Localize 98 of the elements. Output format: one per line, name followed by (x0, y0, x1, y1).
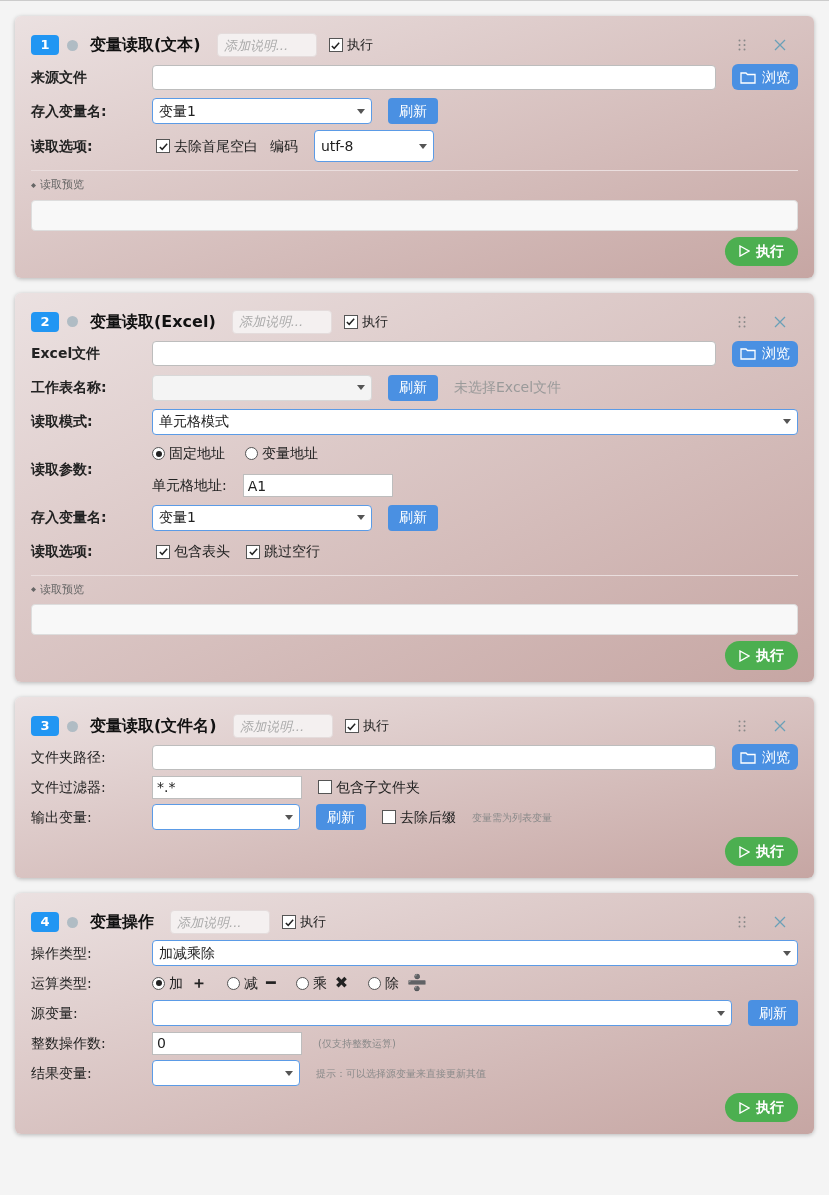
step-title: 变量操作 (90, 911, 154, 933)
checkbox[interactable]: 执行 (343, 311, 388, 332)
field-label: 操作类型: (31, 943, 93, 963)
dropdown-caret-icon (783, 419, 791, 424)
radio-option[interactable]: 变量地址 (245, 443, 318, 464)
check-icon (283, 916, 295, 928)
dropdown-select[interactable]: utf-8 (314, 130, 434, 162)
note-field[interactable]: 添加说明... (232, 714, 333, 738)
field-label: 存入变量名: (31, 101, 108, 121)
field-label: 文件过滤器: (31, 777, 107, 797)
field-label: 来源文件 (31, 67, 88, 87)
dropdown-select[interactable]: 加减乘除 (152, 940, 798, 966)
input-field[interactable]: A1 (242, 474, 393, 497)
field-label: 结果变量: (31, 1063, 93, 1083)
close-icon[interactable] (774, 39, 786, 51)
play-icon (739, 1101, 750, 1114)
dropdown-caret-icon (357, 108, 365, 114)
dropdown-caret-icon (783, 950, 791, 956)
section-label: 读取预览 (40, 177, 84, 193)
diamond-icon (31, 587, 36, 593)
play-icon (739, 845, 750, 858)
hint-text: 变量需为列表变量 (472, 810, 552, 825)
section-label: 读取预览 (40, 581, 84, 598)
dropdown-select[interactable]: 变量1 (152, 504, 372, 531)
dropdown-select[interactable] (152, 1000, 732, 1026)
drag-handle-icon[interactable] (738, 39, 746, 51)
checkbox[interactable]: 执行 (344, 716, 389, 736)
field-label: 编码 (270, 136, 298, 156)
checkbox[interactable]: 包含子文件夹 (318, 776, 420, 798)
check-icon (157, 140, 169, 152)
radio-option[interactable]: 固定地址 (152, 443, 225, 464)
dropdown-select[interactable] (152, 804, 300, 830)
field-label: 输出变量: (31, 807, 93, 827)
checkbox[interactable]: 包含表头 (156, 541, 230, 562)
input-field[interactable]: *.* (152, 775, 302, 799)
field-label: 运算类型: (31, 973, 93, 993)
field-label: 源变量: (31, 1003, 79, 1023)
step-title: 变量读取(文件名) (90, 715, 217, 737)
input-field[interactable]: 0 (152, 1031, 302, 1055)
field-label: 单元格地址: (152, 476, 227, 495)
close-icon[interactable] (774, 720, 786, 732)
field-label: 读取参数: (31, 460, 94, 479)
diamond-icon (31, 182, 36, 188)
dropdown-caret-icon (285, 1070, 293, 1076)
step-number: 2 (31, 311, 59, 332)
radio-option[interactable]: 减 ━ (227, 971, 276, 995)
field-label: 读取选项: (31, 542, 94, 561)
close-icon[interactable] (774, 315, 786, 328)
check-icon (345, 316, 357, 327)
step-title: 变量读取(Excel) (90, 310, 216, 333)
check-icon (330, 39, 342, 51)
play-icon (739, 649, 750, 662)
hint-text: (仅支持整数运算) (318, 1036, 396, 1051)
checkbox[interactable]: 执行 (328, 35, 373, 55)
drag-handle-icon[interactable] (738, 315, 746, 328)
path-field[interactable] (152, 341, 716, 366)
checkbox[interactable]: 去除后缀 (382, 806, 456, 828)
drag-handle-icon[interactable] (738, 720, 746, 732)
note-field[interactable]: 添加说明... (231, 309, 332, 334)
field-label: 文件夹路径: (31, 747, 107, 767)
radio-option[interactable]: 加 ＋ (152, 971, 207, 995)
drag-handle-icon[interactable] (738, 916, 746, 928)
field-label: 读取模式: (31, 412, 94, 431)
step-number: 3 (31, 716, 59, 736)
path-field[interactable] (152, 64, 716, 90)
dropdown-caret-icon (419, 143, 427, 149)
dropdown-caret-icon (717, 1010, 725, 1016)
note-field[interactable]: 添加说明... (216, 33, 317, 57)
close-icon[interactable] (774, 916, 786, 928)
step-title: 变量读取(文本) (90, 34, 201, 56)
dropdown-caret-icon (357, 385, 365, 390)
check-icon (157, 546, 169, 557)
step-number: 4 (31, 912, 59, 932)
dropdown-select[interactable] (152, 1060, 300, 1086)
dropdown-select[interactable]: 变量1 (152, 98, 372, 124)
field-label: 整数操作数: (31, 1033, 107, 1053)
note-field[interactable]: 添加说明... (170, 910, 270, 934)
check-icon (247, 546, 259, 557)
checkbox[interactable]: 去除首尾空白 (156, 135, 258, 157)
radio-option[interactable]: 除 ➗ (368, 971, 428, 995)
checkbox[interactable]: 跳过空行 (246, 541, 320, 562)
folder-icon (740, 70, 756, 84)
step-number: 1 (31, 35, 59, 55)
folder-icon (740, 750, 756, 764)
field-label: 存入变量名: (31, 508, 108, 527)
dropdown-caret-icon (357, 515, 365, 520)
status-text: 未选择Excel文件 (454, 378, 562, 397)
checkbox[interactable]: 执行 (282, 912, 326, 932)
radio-option[interactable]: 乘 ✖ (295, 971, 349, 995)
play-icon (739, 245, 750, 257)
field-label: 读取选项: (31, 136, 94, 156)
folder-icon (740, 347, 756, 360)
dropdown-select[interactable]: 单元格模式 (152, 408, 798, 435)
check-icon (346, 720, 358, 732)
path-field[interactable] (152, 744, 716, 770)
dropdown-caret-icon (285, 814, 293, 820)
field-label: 工作表名称: (31, 378, 108, 397)
field-label: Excel文件 (31, 344, 102, 363)
